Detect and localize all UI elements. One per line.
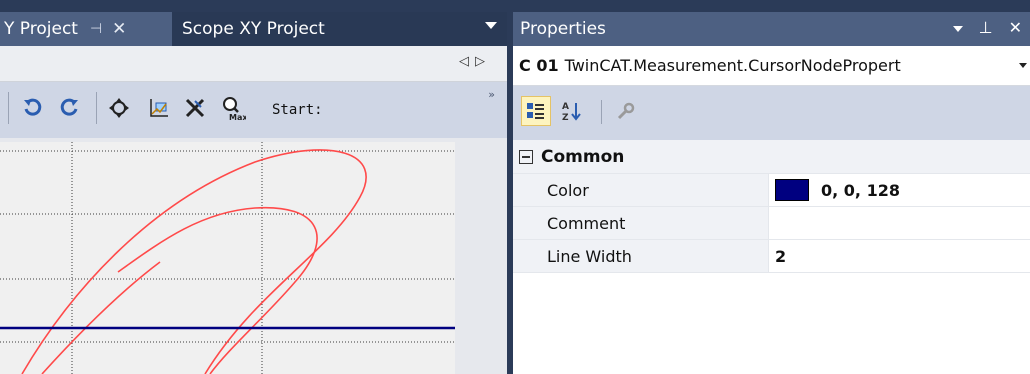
- properties-pane: Properties ⊥ ✕ C 01 TwinCAT.Measurement.…: [513, 12, 1030, 374]
- zoom-max-icon[interactable]: Max: [220, 94, 246, 122]
- toolbar-separator: [96, 92, 97, 124]
- undo-icon[interactable]: [20, 94, 46, 122]
- property-row-comment[interactable]: Comment: [513, 207, 1030, 240]
- property-row-color[interactable]: Color 0, 0, 128: [513, 174, 1030, 207]
- plot-grid: [0, 142, 455, 374]
- color-value: 0, 0, 128: [821, 180, 900, 200]
- pin-icon[interactable]: ⊣: [90, 21, 102, 37]
- property-value[interactable]: 0, 0, 128: [769, 174, 1030, 206]
- property-pages-icon[interactable]: [611, 96, 641, 126]
- tab-label: Y Project: [4, 19, 78, 39]
- scope-document-pane: Y Project ⊣ ✕ Scope XY Project ◁▷ Max St…: [0, 0, 507, 374]
- pin-icon[interactable]: ⊥: [979, 18, 993, 37]
- toolbar-separator: [601, 100, 602, 124]
- start-label: Start:: [272, 102, 323, 118]
- property-grid: Common Color 0, 0, 128 Comment Line Widt…: [513, 140, 1030, 273]
- redo-icon[interactable]: [56, 94, 82, 122]
- delete-icon[interactable]: [182, 94, 208, 122]
- svg-text:A: A: [562, 102, 569, 112]
- category-header[interactable]: Common: [513, 140, 1030, 174]
- property-name: Line Width: [540, 240, 769, 272]
- svg-text:Z: Z: [562, 113, 569, 122]
- window-menu-dropdown-icon[interactable]: [952, 25, 963, 32]
- alphabetical-icon[interactable]: AZ: [557, 96, 587, 126]
- property-value[interactable]: [769, 207, 1030, 239]
- property-value[interactable]: 2: [769, 240, 1030, 272]
- color-swatch[interactable]: [775, 179, 809, 201]
- document-tab-bar: Y Project ⊣ ✕ Scope XY Project: [0, 12, 507, 46]
- row-gutter: [513, 207, 540, 239]
- category-label: Common: [541, 146, 625, 167]
- tab-label: Scope XY Project: [182, 19, 325, 39]
- svg-text:Max: Max: [229, 113, 246, 121]
- select-zoom-icon[interactable]: [146, 94, 172, 122]
- close-icon[interactable]: ✕: [1009, 18, 1022, 37]
- properties-title-bar: Properties ⊥ ✕: [513, 12, 1030, 46]
- toolbar-overflow-icon[interactable]: »: [488, 88, 495, 101]
- tab-scope-xy-project[interactable]: Scope XY Project: [172, 12, 480, 46]
- chevron-down-icon[interactable]: [1019, 63, 1027, 68]
- properties-toolbar: AZ: [513, 86, 1030, 140]
- categorized-icon[interactable]: [521, 96, 551, 126]
- xy-plot-area[interactable]: [0, 142, 455, 374]
- collapse-icon[interactable]: [519, 149, 533, 164]
- tab-list-dropdown-icon[interactable]: [485, 22, 497, 29]
- row-gutter: [513, 174, 540, 206]
- pan-icon[interactable]: [106, 94, 132, 122]
- property-name: Comment: [540, 207, 769, 239]
- tab-xy-project[interactable]: Y Project ⊣ ✕: [0, 12, 172, 46]
- chart-nav-strip: ◁▷: [0, 46, 507, 82]
- scope-toolbar: Max Start: »: [0, 82, 507, 138]
- scroll-left-icon[interactable]: ◁: [459, 54, 475, 69]
- selected-object-name: C 01: [519, 56, 559, 75]
- scroll-arrows[interactable]: ◁▷: [459, 54, 491, 69]
- trace-inner: [117, 206, 318, 374]
- xy-plot-svg: [0, 142, 455, 374]
- object-selector[interactable]: C 01 TwinCAT.Measurement.CursorNodePrope…: [513, 46, 1030, 86]
- selected-object-type: TwinCAT.Measurement.CursorNodePropert: [564, 56, 901, 75]
- title-bar-controls: ⊥ ✕: [952, 18, 1022, 37]
- property-row-line-width[interactable]: Line Width 2: [513, 240, 1030, 273]
- properties-title: Properties: [520, 19, 606, 39]
- row-gutter: [513, 240, 540, 272]
- close-icon[interactable]: ✕: [112, 19, 126, 39]
- toolbar-separator: [8, 92, 9, 124]
- scroll-right-icon[interactable]: ▷: [475, 54, 491, 69]
- property-name: Color: [540, 174, 769, 206]
- ide-window: Y Project ⊣ ✕ Scope XY Project ◁▷ Max St…: [0, 0, 1030, 374]
